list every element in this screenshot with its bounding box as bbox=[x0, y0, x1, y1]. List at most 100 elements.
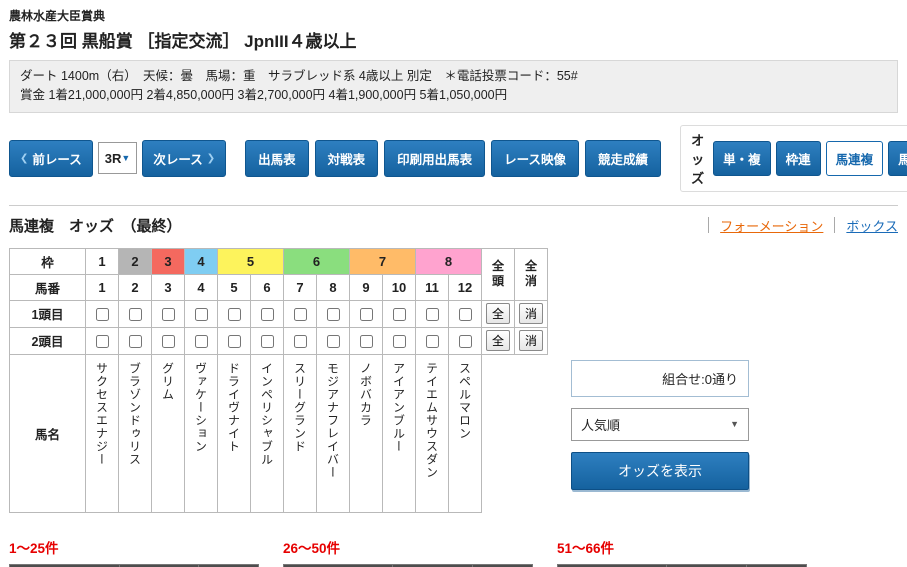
odds-label: オッズ bbox=[691, 130, 704, 187]
result-range-label: 26〜50件 bbox=[283, 537, 533, 557]
divider bbox=[9, 205, 898, 206]
horse-number-12: 12 bbox=[449, 274, 482, 300]
horse-2-3-checkbox[interactable] bbox=[162, 335, 175, 348]
horse-number-8: 8 bbox=[317, 274, 350, 300]
all-clear-header: 全消 bbox=[515, 248, 548, 300]
horse-2-12-checkbox[interactable] bbox=[459, 335, 472, 348]
chevron-right-icon: ❯ bbox=[207, 153, 215, 164]
horse-number-4: 4 bbox=[185, 274, 218, 300]
checkbox-cell bbox=[383, 327, 416, 354]
chevron-down-icon: ▼ bbox=[121, 153, 130, 163]
horse-name-cell: テイエムサウスダン bbox=[416, 354, 449, 512]
horse-name-cell: グリム bbox=[152, 354, 185, 512]
horse-2-4-checkbox[interactable] bbox=[195, 335, 208, 348]
checkbox-cell bbox=[152, 327, 185, 354]
clear-all-row2-button[interactable]: 消 bbox=[519, 330, 543, 351]
horse-1-7-checkbox[interactable] bbox=[294, 308, 307, 321]
prev-race-button[interactable]: ❮ 前レース bbox=[9, 140, 93, 177]
horse-2-1-checkbox[interactable] bbox=[96, 335, 109, 348]
odds-tab-0[interactable]: 単・複 bbox=[713, 141, 771, 176]
formation-link[interactable]: フォーメーション bbox=[720, 216, 823, 235]
horse-number-11: 11 bbox=[416, 274, 449, 300]
horse-1-2-checkbox[interactable] bbox=[129, 308, 142, 321]
horse-2-6-checkbox[interactable] bbox=[261, 335, 274, 348]
horse-1-6-checkbox[interactable] bbox=[261, 308, 274, 321]
horse-2-5-checkbox[interactable] bbox=[228, 335, 241, 348]
horse-name-cell: アイアンブルー bbox=[383, 354, 416, 512]
horse-selection-table: 枠12345678全頭全消馬番1234567891011121頭目全消2頭目全消… bbox=[9, 248, 548, 513]
horse-2-9-checkbox[interactable] bbox=[360, 335, 373, 348]
horse-name: サクセスエナジー bbox=[94, 362, 111, 466]
horse-2-11-checkbox[interactable] bbox=[426, 335, 439, 348]
race-menu-button-3[interactable]: レース映像 bbox=[491, 140, 579, 177]
checkbox-cell bbox=[185, 327, 218, 354]
horse-name: スペルマロン bbox=[457, 362, 474, 440]
horse-2-2-checkbox[interactable] bbox=[129, 335, 142, 348]
odds-control-panel: 組合せ:0通り 人気順 ▼ オッズを表示 bbox=[571, 360, 749, 490]
horse-name-cell: ドライヴナイト bbox=[218, 354, 251, 512]
number-row-label: 馬番 bbox=[10, 274, 86, 300]
frame-number-1: 1 bbox=[86, 248, 119, 274]
checkbox-cell bbox=[350, 327, 383, 354]
page: 農林水産大臣賞典 第２３回 黒船賞 ［指定交流］ JpnIII４歳以上 ダート … bbox=[0, 0, 907, 567]
sort-order-value: 人気順 bbox=[581, 415, 620, 434]
horse-number-5: 5 bbox=[218, 274, 251, 300]
odds-grid-area: 枠12345678全頭全消馬番1234567891011121頭目全消2頭目全消… bbox=[9, 248, 898, 513]
checkbox-cell bbox=[449, 327, 482, 354]
horse-1-12-checkbox[interactable] bbox=[459, 308, 472, 321]
horse-number-2: 2 bbox=[119, 274, 152, 300]
section-head: 馬連複 オッズ （最終） フォーメーション ボックス bbox=[9, 215, 898, 236]
all-cell: 全 bbox=[482, 327, 515, 354]
odds-tab-group: オッズ 単・複枠連馬連複馬連単ワイド bbox=[680, 125, 907, 192]
chevron-left-icon: ❮ bbox=[20, 153, 28, 164]
race-nav-bar: ❮ 前レース 3R ▼ 次レース ❯ 出馬表対戦表印刷用出馬表レース映像競走成績… bbox=[9, 125, 898, 192]
race-menu-button-1[interactable]: 対戦表 bbox=[315, 140, 379, 177]
show-odds-button[interactable]: オッズを表示 bbox=[571, 452, 749, 490]
odds-tab-3[interactable]: 馬連単 bbox=[888, 141, 907, 176]
horse-1-9-checkbox[interactable] bbox=[360, 308, 373, 321]
frame-number-3: 3 bbox=[152, 248, 185, 274]
number-row: 馬番123456789101112 bbox=[10, 274, 548, 300]
checkbox-cell bbox=[185, 300, 218, 327]
race-menu-button-0[interactable]: 出馬表 bbox=[245, 140, 309, 177]
horse-2-7-checkbox[interactable] bbox=[294, 335, 307, 348]
horse-name: ヴァケーション bbox=[193, 362, 210, 453]
race-number-select[interactable]: 3R ▼ bbox=[98, 142, 138, 174]
select-all-row1-button[interactable]: 全 bbox=[486, 303, 510, 324]
horse-1-3-checkbox[interactable] bbox=[162, 308, 175, 321]
odds-tab-2[interactable]: 馬連複 bbox=[826, 141, 884, 176]
horse-name: インペリシャブル bbox=[259, 362, 276, 466]
horse-1-5-checkbox[interactable] bbox=[228, 308, 241, 321]
race-menu-button-2[interactable]: 印刷用出馬表 bbox=[384, 140, 485, 177]
frame-number-6: 6 bbox=[284, 248, 350, 274]
select-all-row2-button[interactable]: 全 bbox=[486, 330, 510, 351]
result-block: 26〜50件組合せオッズ人気3-6337.026 bbox=[283, 537, 533, 567]
horse-name-cell: スリーグランド bbox=[284, 354, 317, 512]
horse-1-1-checkbox[interactable] bbox=[96, 308, 109, 321]
horse-name-cell: ヴァケーション bbox=[185, 354, 218, 512]
frame-number-8: 8 bbox=[416, 248, 482, 274]
horse-1-11-checkbox[interactable] bbox=[426, 308, 439, 321]
horse-number-3: 3 bbox=[152, 274, 185, 300]
checkbox-cell bbox=[284, 300, 317, 327]
horse-1-8-checkbox[interactable] bbox=[327, 308, 340, 321]
horse-1-4-checkbox[interactable] bbox=[195, 308, 208, 321]
horse-name: テイエムサウスダン bbox=[424, 362, 441, 479]
checkbox-cell bbox=[284, 327, 317, 354]
sort-order-select[interactable]: 人気順 ▼ bbox=[571, 408, 749, 441]
chevron-down-icon: ▼ bbox=[730, 419, 739, 429]
horse-1-10-checkbox[interactable] bbox=[393, 308, 406, 321]
horse-2-10-checkbox[interactable] bbox=[393, 335, 406, 348]
result-block: 1〜25件組合せオッズ人気7-114.61 bbox=[9, 537, 259, 567]
box-link[interactable]: ボックス bbox=[846, 216, 898, 235]
race-menu-button-4[interactable]: 競走成績 bbox=[585, 140, 661, 177]
clear-all-row1-button[interactable]: 消 bbox=[519, 303, 543, 324]
next-race-button[interactable]: 次レース ❯ bbox=[142, 140, 226, 177]
frame-number-2: 2 bbox=[119, 248, 152, 274]
odds-tab-1[interactable]: 枠連 bbox=[776, 141, 821, 176]
select-row-1: 1頭目 全消 bbox=[10, 300, 548, 327]
horse-2-8-checkbox[interactable] bbox=[327, 335, 340, 348]
checkbox-cell bbox=[251, 300, 284, 327]
select-row-1-label: 1頭目 bbox=[10, 300, 86, 327]
odds-result-tables: 1〜25件組合せオッズ人気7-114.61 26〜50件組合せオッズ人気3-633… bbox=[9, 537, 898, 567]
